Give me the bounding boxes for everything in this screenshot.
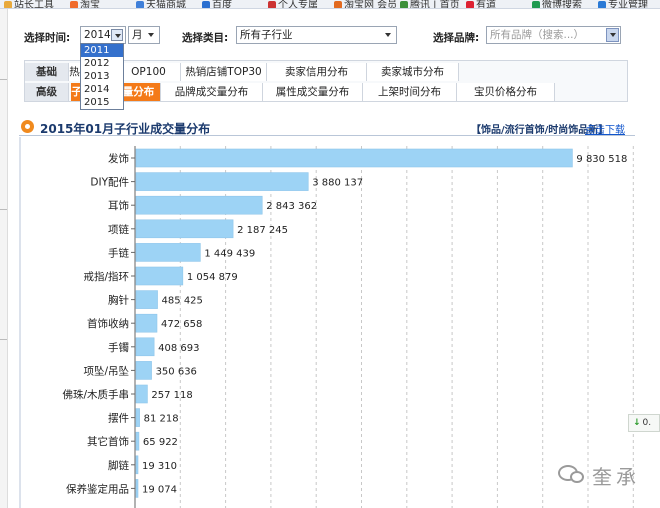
bar	[135, 172, 309, 191]
value-label: 472 658	[161, 319, 202, 330]
bar	[135, 219, 234, 239]
category-label: 保养鉴定用品	[66, 482, 129, 495]
bar	[135, 148, 573, 168]
category-label: 发饰	[108, 152, 129, 165]
category-label: 其它首饰	[87, 435, 129, 448]
year-option[interactable]: 2011	[81, 44, 123, 57]
bar	[135, 195, 263, 215]
bar	[135, 455, 139, 475]
year-option[interactable]: 2014	[81, 83, 123, 96]
bar	[135, 408, 140, 427]
value-label: 19 074	[142, 484, 177, 495]
category-label: 胸针	[108, 294, 129, 307]
value-label: 408 693	[158, 343, 199, 354]
bar	[135, 337, 155, 357]
category-label: 佛珠/木质手串	[62, 388, 129, 401]
bar	[135, 431, 140, 451]
bar	[135, 361, 152, 380]
bar	[135, 290, 158, 309]
value-label: 350 636	[156, 366, 197, 377]
value-label: 81 218	[144, 414, 179, 425]
value-label: 485 425	[162, 296, 203, 307]
bar	[135, 266, 184, 286]
year-option[interactable]: 2013	[81, 70, 123, 83]
value-label: 65 922	[143, 437, 178, 448]
category-label: 耳饰	[108, 199, 129, 212]
watermark-text: 奎承	[592, 465, 640, 489]
category-label: 手镯	[108, 341, 129, 354]
category-label: 项链	[108, 223, 129, 236]
category-label: 摆件	[108, 412, 129, 425]
category-label: 脚链	[108, 459, 129, 472]
value-label: 3 880 137	[312, 178, 363, 189]
value-label: 19 310	[142, 461, 177, 472]
value-label: 2 187 245	[237, 225, 288, 236]
download-arrow-icon: ↓	[633, 418, 641, 428]
value-label: 1 449 439	[204, 248, 255, 259]
value-label: 1 054 879	[187, 272, 238, 283]
category-label: 戒指/指环	[83, 270, 129, 283]
value-label: 9 830 518	[576, 154, 627, 165]
bar	[135, 313, 158, 333]
side-button-label: 0.	[642, 418, 652, 428]
value-label: 2 843 362	[266, 201, 317, 212]
value-label: 257 118	[151, 390, 192, 401]
category-label: 项坠/吊坠	[83, 365, 129, 377]
category-label: 首饰收纳	[87, 317, 129, 330]
side-download-button[interactable]: ↓ 0.	[628, 414, 660, 432]
category-label: DIY配件	[90, 177, 129, 189]
year-option[interactable]: 2012	[81, 57, 123, 70]
category-label: 手链	[108, 246, 129, 259]
year-option[interactable]: 2015	[81, 96, 123, 109]
bar	[135, 384, 148, 404]
wechat-watermark: 奎承	[556, 459, 660, 489]
bar	[135, 243, 201, 262]
year-dropdown-list[interactable]: 2011 2012 2013 2014 2015	[80, 43, 124, 110]
bar	[135, 479, 139, 498]
